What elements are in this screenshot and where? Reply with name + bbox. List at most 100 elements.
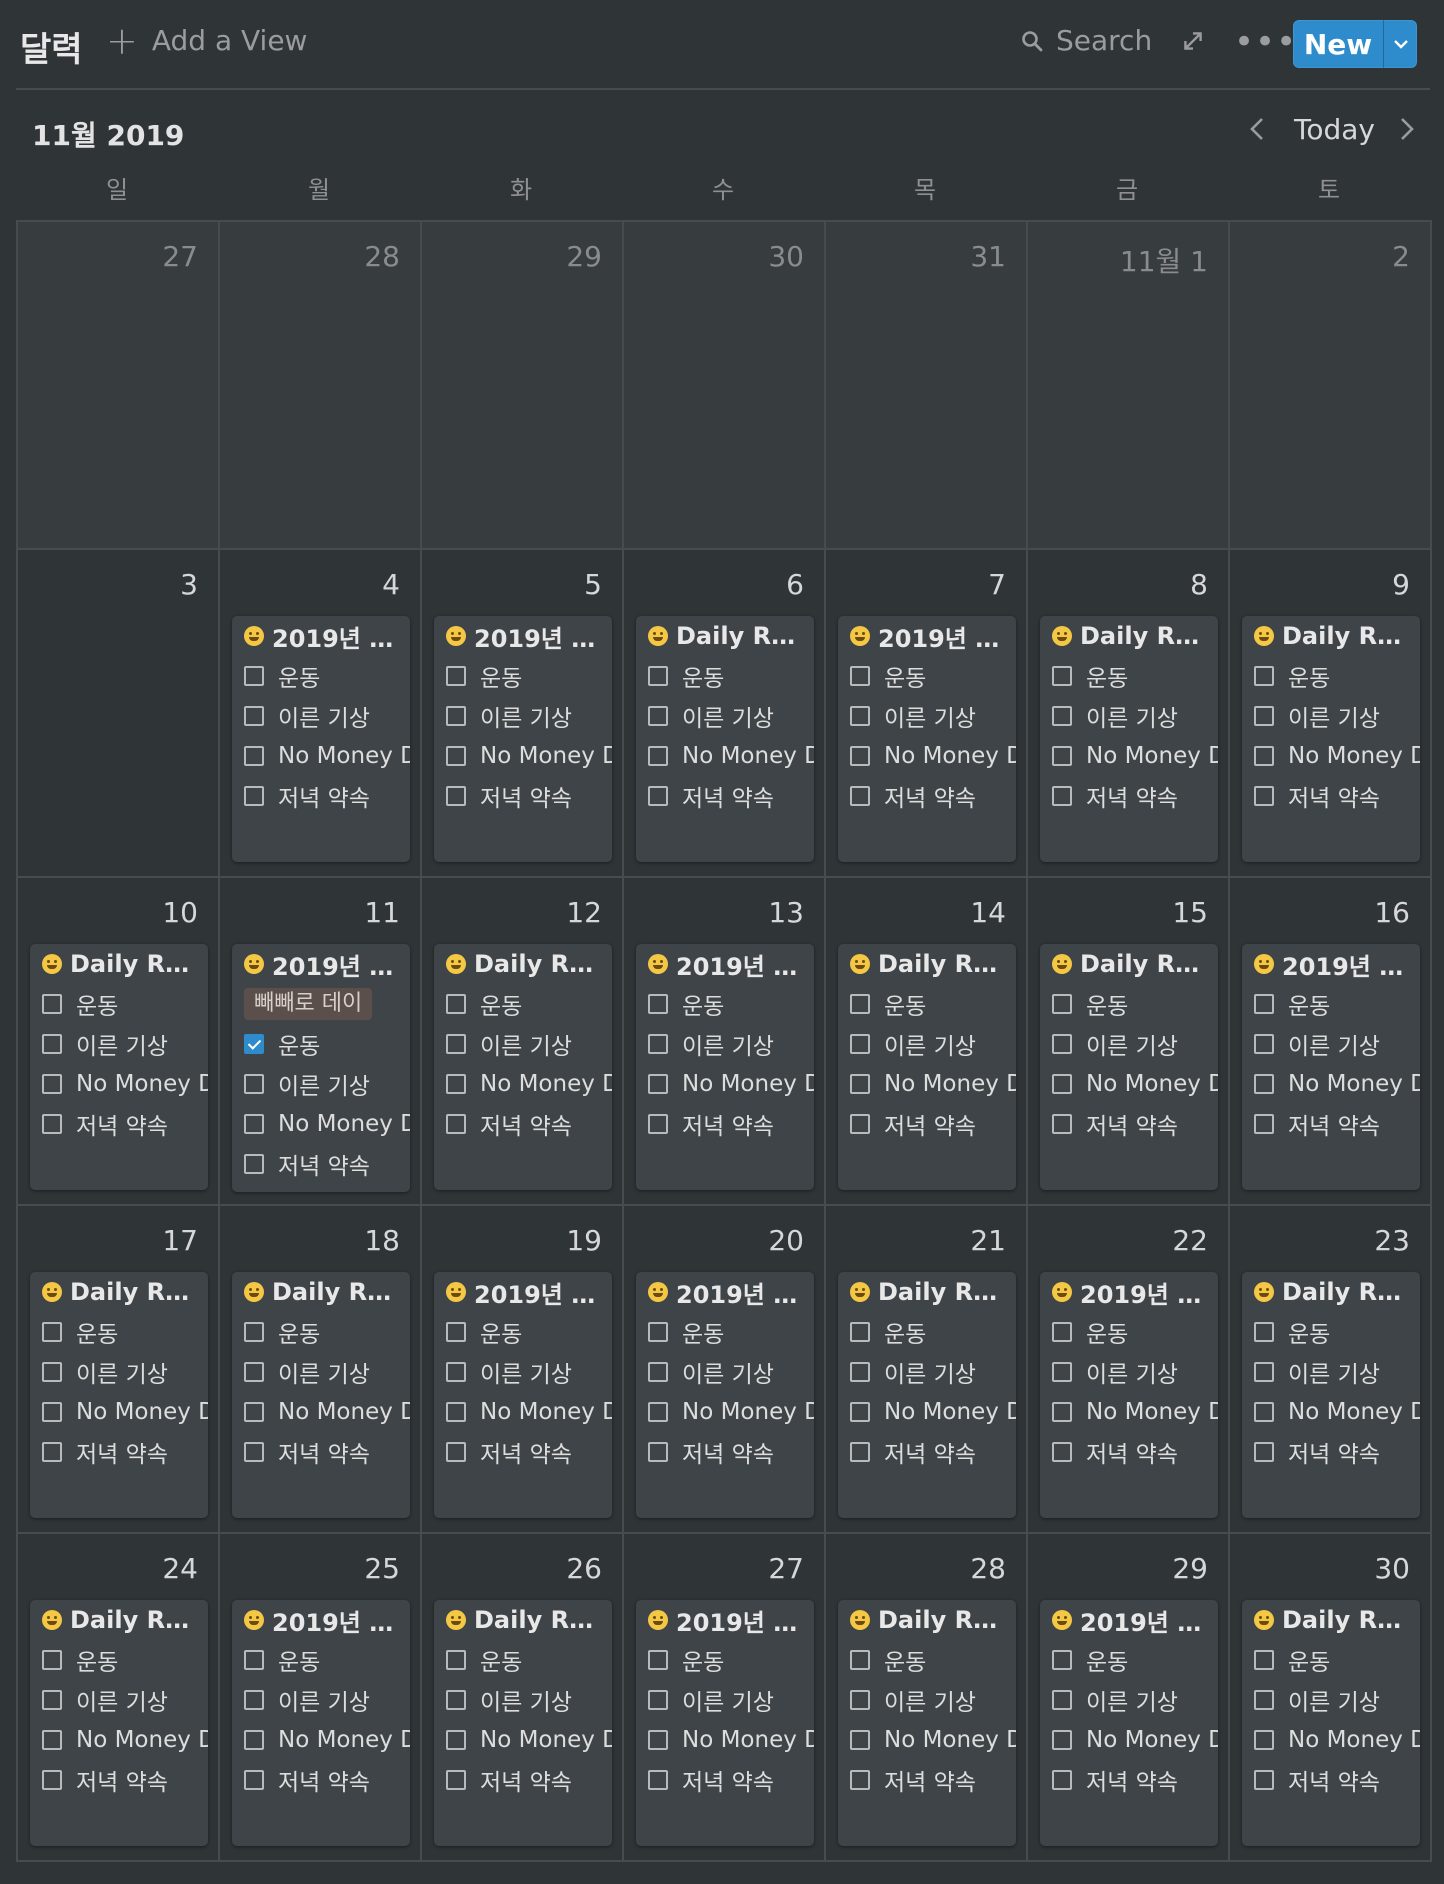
checkbox[interactable] (42, 1074, 62, 1094)
checkbox[interactable] (42, 1034, 62, 1054)
daily-report-card[interactable]: 2019년 11월 13일운동이른 기상 No Money Day 저녁 약속 (636, 944, 814, 1190)
checkbox[interactable] (648, 1034, 668, 1054)
checkbox[interactable] (850, 1362, 870, 1382)
checkbox[interactable] (1052, 1362, 1072, 1382)
daily-report-card[interactable]: Daily Report 운동이른 기상 No Money Day 저녁 약속 (434, 944, 612, 1190)
calendar-day-cell[interactable]: 21 Daily Report 운동이른 기상 No Money Day 저녁 약속 (826, 1206, 1028, 1534)
daily-report-card[interactable]: Daily Report 운동이른 기상 No Money Day 저녁 약속 (434, 1600, 612, 1846)
calendar-day-cell[interactable]: 26 Daily Report 운동이른 기상 No Money Day 저녁 약속 (422, 1534, 624, 1862)
checkbox[interactable] (244, 1730, 264, 1750)
checkbox[interactable] (1052, 1402, 1072, 1422)
checkbox[interactable] (244, 746, 264, 766)
calendar-day-cell[interactable]: 20 2019년 11월 20일운동이른 기상 No Money Day 저녁 약속 (624, 1206, 826, 1534)
checkbox[interactable] (446, 1402, 466, 1422)
chevron-left-icon[interactable] (1248, 116, 1266, 146)
calendar-day-cell[interactable]: 16 2019년 11월 16일운동이른 기상 No Money Day 저녁 약속 (1230, 878, 1432, 1206)
checkbox[interactable] (850, 994, 870, 1014)
calendar-day-cell[interactable]: 28 (220, 222, 422, 550)
checkbox[interactable] (446, 994, 466, 1014)
checkbox[interactable] (850, 1034, 870, 1054)
checkbox[interactable] (1254, 1114, 1274, 1134)
calendar-day-cell[interactable]: 29 (422, 222, 624, 550)
daily-report-card[interactable]: 2019년 11월 5일운동이른 기상 No Money Day 저녁 약속 (434, 616, 612, 862)
calendar-day-cell[interactable]: 2 (1230, 222, 1432, 550)
expand-icon[interactable] (1180, 28, 1206, 58)
checkbox[interactable] (648, 1114, 668, 1134)
new-dropdown-button[interactable] (1383, 20, 1417, 68)
daily-report-card[interactable]: 2019년 11월 19일운동이른 기상 No Money Day 저녁 약속 (434, 1272, 612, 1518)
checkbox[interactable] (648, 1730, 668, 1750)
checkbox[interactable] (1052, 1730, 1072, 1750)
checkbox[interactable] (244, 1690, 264, 1710)
checkbox[interactable] (648, 786, 668, 806)
checkbox[interactable] (446, 1362, 466, 1382)
checkbox[interactable] (1254, 706, 1274, 726)
checkbox[interactable] (1052, 1114, 1072, 1134)
checkbox[interactable] (42, 1770, 62, 1790)
daily-report-card[interactable]: 2019년 11월 11일빼빼로 데이운동이른 기상 No Money Day 저녁… (232, 944, 410, 1192)
checkbox[interactable] (1052, 786, 1072, 806)
checkbox[interactable] (850, 1690, 870, 1710)
checkbox[interactable] (1052, 1074, 1072, 1094)
checkbox[interactable] (850, 1770, 870, 1790)
checkbox[interactable] (244, 1074, 264, 1094)
checkbox[interactable] (244, 1114, 264, 1134)
checkbox[interactable] (648, 1074, 668, 1094)
checkbox[interactable] (850, 666, 870, 686)
checkbox[interactable] (42, 1650, 62, 1670)
calendar-day-cell[interactable]: 9 Daily Report 운동이른 기상 No Money Day 저녁 약속 (1230, 550, 1432, 878)
calendar-day-cell[interactable]: 30 (624, 222, 826, 550)
daily-report-card[interactable]: Daily Report 운동이른 기상 No Money Day 저녁 약속 (1242, 1272, 1420, 1518)
checkbox[interactable] (42, 994, 62, 1014)
checkbox[interactable] (1254, 746, 1274, 766)
checkbox[interactable] (1254, 1730, 1274, 1750)
checkbox[interactable] (1254, 1074, 1274, 1094)
checkbox[interactable] (1052, 1650, 1072, 1670)
calendar-day-cell[interactable]: 11 2019년 11월 11일빼빼로 데이운동이른 기상 No Money Day… (220, 878, 422, 1206)
chevron-right-icon[interactable] (1398, 116, 1416, 146)
checkbox[interactable] (850, 1442, 870, 1462)
checkbox[interactable] (446, 1650, 466, 1670)
checkbox[interactable] (244, 666, 264, 686)
checkbox[interactable] (244, 1770, 264, 1790)
checkbox[interactable] (446, 1442, 466, 1462)
checkbox[interactable] (446, 1730, 466, 1750)
today-button[interactable]: Today (1294, 113, 1375, 146)
checkbox[interactable] (850, 1730, 870, 1750)
calendar-day-cell[interactable]: 8 Daily Report 운동이른 기상 No Money Day 저녁 약속 (1028, 550, 1230, 878)
checkbox[interactable] (42, 1322, 62, 1342)
checkbox[interactable] (1052, 1690, 1072, 1710)
daily-report-card[interactable]: Daily Report 운동이른 기상 No Money Day 저녁 약속 (838, 1600, 1016, 1846)
checkbox[interactable] (850, 746, 870, 766)
checkbox[interactable] (244, 1322, 264, 1342)
calendar-day-cell[interactable]: 7 2019년 11월 7일운동이른 기상 No Money Day 저녁 약속 (826, 550, 1028, 878)
checkbox[interactable] (1052, 666, 1072, 686)
checkbox[interactable] (244, 1154, 264, 1174)
checkbox[interactable] (42, 1402, 62, 1422)
more-options-icon[interactable]: ••• (1234, 22, 1297, 62)
checkbox[interactable] (850, 706, 870, 726)
daily-report-card[interactable]: 2019년 11월 7일운동이른 기상 No Money Day 저녁 약속 (838, 616, 1016, 862)
daily-report-card[interactable]: Daily Report 운동이른 기상 No Money Day 저녁 약속 (1040, 944, 1218, 1190)
checkbox[interactable] (244, 1442, 264, 1462)
calendar-day-cell[interactable]: 3 (18, 550, 220, 878)
checkbox[interactable] (446, 666, 466, 686)
calendar-day-cell[interactable]: 25 2019년 11월 25일운동이른 기상 No Money Day 저녁 약속 (220, 1534, 422, 1862)
checkbox[interactable] (446, 746, 466, 766)
checkbox[interactable] (648, 994, 668, 1014)
calendar-day-cell[interactable]: 5 2019년 11월 5일운동이른 기상 No Money Day 저녁 약속 (422, 550, 624, 878)
checkbox[interactable] (244, 706, 264, 726)
calendar-day-cell[interactable]: 23 Daily Report 운동이른 기상 No Money Day 저녁 약속 (1230, 1206, 1432, 1534)
calendar-day-cell[interactable]: 4 2019년 11월 4일운동이른 기상 No Money Day 저녁 약속 (220, 550, 422, 878)
checkbox[interactable] (446, 1074, 466, 1094)
daily-report-card[interactable]: 2019년 11월 29일운동이른 기상 No Money Day 저녁 약속 (1040, 1600, 1218, 1846)
checkbox[interactable] (1254, 1770, 1274, 1790)
checkbox[interactable] (446, 1114, 466, 1134)
checkbox[interactable] (850, 1322, 870, 1342)
checkbox[interactable] (42, 1690, 62, 1710)
calendar-day-cell[interactable]: 28 Daily Report 운동이른 기상 No Money Day 저녁 약속 (826, 1534, 1028, 1862)
checkbox[interactable] (1254, 1034, 1274, 1054)
checkbox[interactable] (850, 1402, 870, 1422)
checkbox[interactable] (446, 1322, 466, 1342)
calendar-day-cell[interactable]: 24 Daily Report 운동이른 기상 No Money Day 저녁 약속 (18, 1534, 220, 1862)
